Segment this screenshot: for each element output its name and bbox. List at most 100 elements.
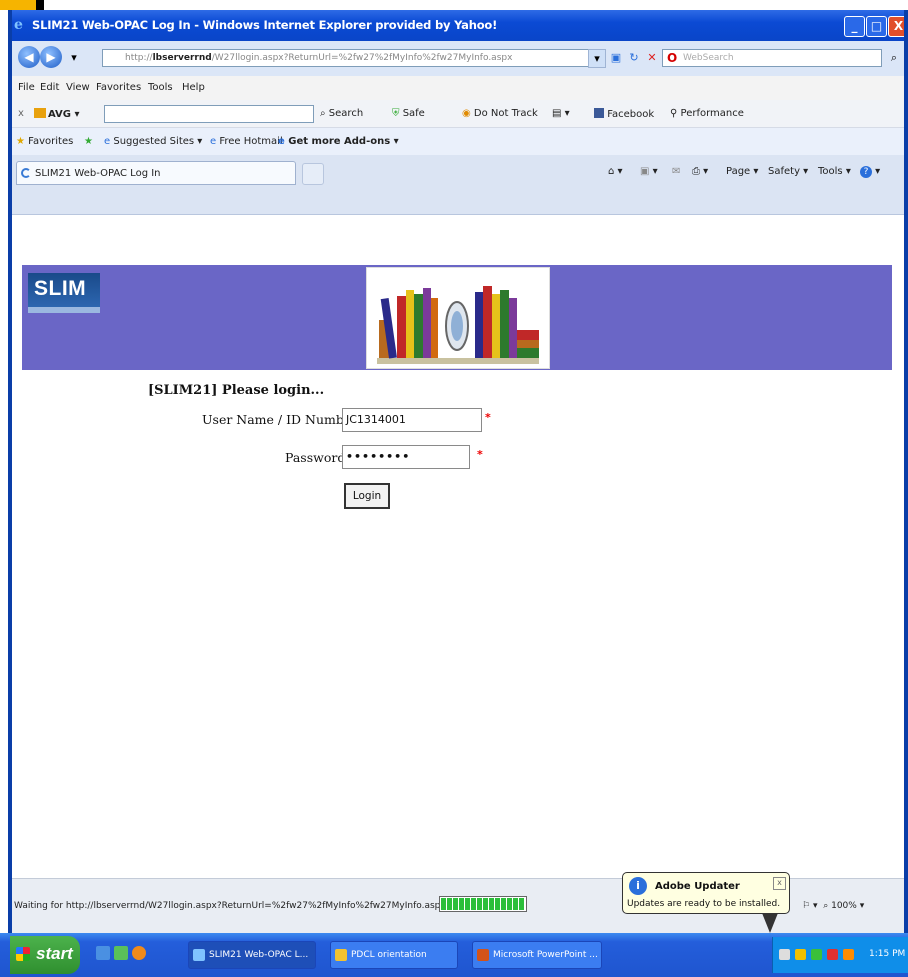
balloon-close-button[interactable]: x xyxy=(773,877,786,890)
avg-close-button[interactable]: x xyxy=(18,108,24,119)
window-title: SLIM21 Web-OPAC Log In - Windows Interne… xyxy=(32,18,498,32)
refresh-icon[interactable]: ↻ xyxy=(626,49,642,66)
start-button[interactable]: start xyxy=(10,936,80,974)
balloon-title: Adobe Updater xyxy=(655,881,740,892)
safety-menu-label: Safety xyxy=(768,166,800,177)
facebook-label: Facebook xyxy=(607,109,655,120)
maximize-button[interactable]: □ xyxy=(866,16,887,37)
help-icon: ? xyxy=(860,166,872,178)
chevron-down-icon[interactable]: ▾ xyxy=(66,49,82,66)
windows-flag-icon xyxy=(16,947,30,961)
back-button[interactable]: ◀ xyxy=(18,46,40,68)
compatibility-icon[interactable]: ▣ xyxy=(608,49,624,66)
search-icon[interactable]: ⌕ xyxy=(886,49,902,66)
tray-volume-icon[interactable] xyxy=(843,949,854,960)
address-field[interactable]: http://lbserverrnd/W27llogin.aspx?Return… xyxy=(102,49,602,67)
get-addons-link[interactable]: e Get more Add-ons ▾ xyxy=(278,136,399,147)
favorites-bar: ★ Favorites ★ e Suggested Sites ▾ e Free… xyxy=(12,128,904,155)
protected-mode-icon: ⚐ xyxy=(802,901,811,911)
tray-shield-icon[interactable] xyxy=(811,949,822,960)
tab-slim21-login[interactable]: SLIM21 Web-OPAC Log In xyxy=(16,161,296,185)
free-hotmail-link[interactable]: e Free Hotmail xyxy=(210,136,283,147)
username-input[interactable]: JC1314001 xyxy=(342,408,482,432)
web-search-input[interactable]: O WebSearch xyxy=(662,49,882,67)
suggested-sites-link[interactable]: e Suggested Sites ▾ xyxy=(104,136,202,147)
tray-network-icon[interactable] xyxy=(779,949,790,960)
balloon-message: Updates are ready to be installed. xyxy=(627,899,781,909)
print-icon: ⎙ xyxy=(692,166,700,177)
avg-do-not-track-button[interactable]: ◉ Do Not Track xyxy=(462,108,538,119)
free-hotmail-label: Free Hotmail xyxy=(219,136,283,147)
slide-accent-black xyxy=(36,0,44,10)
safety-menu-button[interactable]: Safety ▾ xyxy=(768,166,808,177)
menu-tools[interactable]: Tools xyxy=(148,82,173,93)
menu-icon: ▤ xyxy=(552,108,562,119)
menu-help[interactable]: Help xyxy=(182,82,205,93)
taskbar-label-pdcl: PDCL orientation xyxy=(351,950,427,960)
read-mail-button[interactable]: ✉ xyxy=(672,166,680,177)
page-menu-label: Page xyxy=(726,166,751,177)
password-label: Password xyxy=(285,450,346,465)
avg-search-button[interactable]: ⌕ Search xyxy=(320,108,363,119)
performance-button[interactable]: ⚲ Performance xyxy=(670,108,744,119)
tray-adobe-icon[interactable] xyxy=(827,949,838,960)
status-text: Waiting for http://lbserverrnd/W27llogin… xyxy=(14,901,441,911)
new-tab-button[interactable] xyxy=(302,163,324,185)
taskbar-button-ie[interactable]: SLIM21 Web-OPAC L... xyxy=(188,941,316,969)
menu-favorites[interactable]: Favorites xyxy=(96,82,141,93)
quicklaunch-firefox-icon[interactable] xyxy=(132,946,146,960)
window-titlebar[interactable]: e SLIM21 Web-OPAC Log In - Windows Inter… xyxy=(8,10,908,41)
books-banner-image xyxy=(366,267,550,369)
info-icon: i xyxy=(629,877,647,895)
page-menu-button[interactable]: Page ▾ xyxy=(726,166,758,177)
address-dropdown-icon[interactable]: ▾ xyxy=(588,49,606,68)
show-desktop-icon[interactable] xyxy=(96,946,110,960)
books-illustration-icon xyxy=(367,268,549,368)
avg-search-input[interactable] xyxy=(104,105,314,123)
help-button[interactable]: ? ▾ xyxy=(860,166,880,178)
ie-page-icon: e xyxy=(104,136,111,147)
start-label: start xyxy=(36,944,73,963)
star-icon: ★ xyxy=(16,136,25,147)
quicklaunch-explorer-icon[interactable] xyxy=(114,946,128,960)
print-button[interactable]: ⎙ ▾ xyxy=(692,166,708,177)
stop-icon[interactable]: ✕ xyxy=(644,49,660,66)
add-favorites-button[interactable]: ★ xyxy=(84,136,93,147)
menu-file[interactable]: File xyxy=(18,82,35,93)
tray-alert-icon[interactable] xyxy=(795,949,806,960)
performance-icon: ⚲ xyxy=(670,108,678,119)
powerpoint-icon xyxy=(477,949,489,961)
username-label: User Name / ID Number xyxy=(202,412,358,427)
get-addons-label: Get more Add-ons xyxy=(288,136,391,147)
avg-safe-button[interactable]: ⛨ Safe xyxy=(392,108,425,119)
home-button[interactable]: ⌂ ▾ xyxy=(608,166,623,177)
feeds-icon: ▣ xyxy=(640,166,650,177)
performance-label: Performance xyxy=(680,108,744,119)
minimize-button[interactable]: _ xyxy=(844,16,865,37)
avg-dnt-label: Do Not Track xyxy=(473,108,538,119)
tools-menu-button[interactable]: Tools ▾ xyxy=(818,166,851,177)
folder-icon xyxy=(335,949,347,961)
facebook-icon xyxy=(594,108,604,118)
taskbar-button-pdcl[interactable]: PDCL orientation xyxy=(330,941,458,969)
login-button[interactable]: Login xyxy=(344,483,390,509)
zoom-control[interactable]: ⚐ ▾ ⌕ 100% ▾ xyxy=(802,901,864,911)
zoom-level: 100% xyxy=(831,901,857,911)
menu-view[interactable]: View xyxy=(66,82,90,93)
forward-button[interactable]: ▶ xyxy=(40,46,62,68)
ie-page-icon: e xyxy=(278,136,285,147)
taskbar-clock[interactable]: 1:15 PM xyxy=(869,949,905,959)
loading-progress-bar xyxy=(439,896,527,912)
menu-edit[interactable]: Edit xyxy=(40,82,59,93)
adobe-updater-balloon[interactable]: i Adobe Updater x Updates are ready to b… xyxy=(622,872,790,914)
ie-icon xyxy=(193,949,205,961)
taskbar-button-powerpoint[interactable]: Microsoft PowerPoint ... xyxy=(472,941,602,969)
avg-menu-button[interactable]: ▤ ▾ xyxy=(552,108,570,119)
avg-brand-button[interactable]: AVG ▾ xyxy=(34,108,80,120)
favorites-button[interactable]: ★ Favorites xyxy=(16,136,73,147)
password-input[interactable]: •••••••• xyxy=(342,445,470,469)
facebook-button[interactable]: Facebook xyxy=(594,108,654,120)
feeds-button[interactable]: ▣ ▾ xyxy=(640,166,658,177)
taskbar-label-powerpoint: Microsoft PowerPoint ... xyxy=(493,950,598,960)
address-row: ◀ ▶ ▾ http://lbserverrnd/W27llogin.aspx?… xyxy=(12,41,904,76)
